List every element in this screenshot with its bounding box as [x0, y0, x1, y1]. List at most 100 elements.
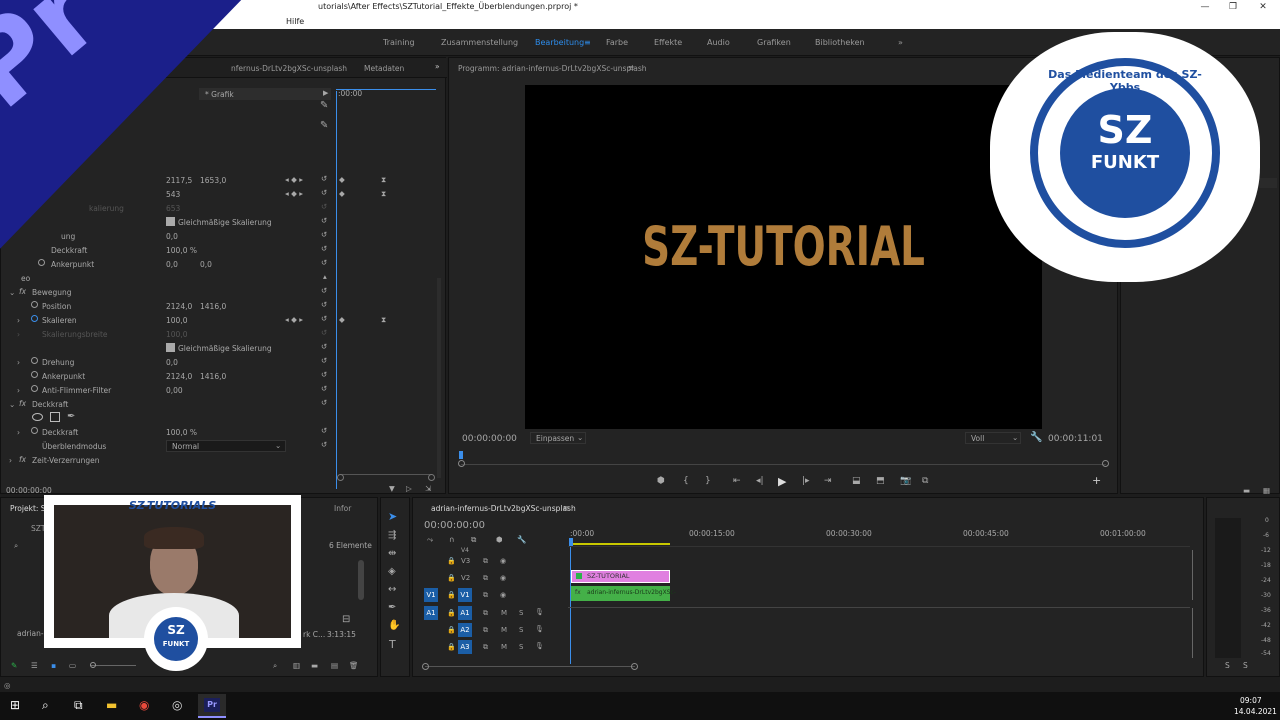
clip-name[interactable]: adrian-i: [17, 629, 46, 638]
workspace-audio[interactable]: Audio: [707, 29, 730, 56]
scroll-handle-left[interactable]: [337, 474, 344, 481]
timeline-zoom-bar[interactable]: [425, 666, 635, 667]
program-monitor-screen[interactable]: SZ-TUTORIAL: [525, 85, 1042, 429]
reset-icon[interactable]: ↺: [321, 342, 327, 351]
eye-icon[interactable]: ◉: [500, 591, 506, 599]
nest-icon[interactable]: ⤳: [427, 535, 433, 545]
solo-button[interactable]: S: [519, 626, 523, 634]
keyframe-hold-icon[interactable]: ⧗: [381, 175, 386, 185]
checkbox[interactable]: [166, 343, 175, 352]
solo-left-button[interactable]: S: [1225, 661, 1230, 670]
effect-timecode[interactable]: 00:00:00:00: [6, 486, 52, 495]
list-view-icon[interactable]: ☰: [31, 661, 38, 670]
scrub-handle-left[interactable]: [458, 460, 465, 467]
lift-icon[interactable]: ⬓: [852, 476, 861, 486]
monitor-playhead[interactable]: [459, 451, 463, 459]
video-scrollbar[interactable]: [1192, 550, 1197, 600]
minimize-icon[interactable]: —: [1190, 0, 1220, 14]
chrome-icon[interactable]: ◉: [139, 698, 149, 712]
solo-right-button[interactable]: S: [1243, 661, 1248, 670]
stopwatch-icon[interactable]: [31, 371, 38, 378]
search-icon[interactable]: ⌕: [14, 541, 18, 551]
reset-icon[interactable]: ↺: [321, 314, 327, 323]
expand-icon[interactable]: ›: [17, 358, 20, 367]
value-2[interactable]: 1416,0: [200, 372, 226, 381]
workspace-assembly[interactable]: Zusammenstellung: [441, 29, 518, 56]
lock-icon[interactable]: 🔒: [447, 557, 456, 565]
folder-icon[interactable]: ▬: [1243, 486, 1250, 495]
wrench-icon[interactable]: 🔧: [1030, 432, 1042, 443]
collapse-icon[interactable]: ▴: [323, 272, 327, 281]
wrench-icon[interactable]: 🔧: [517, 535, 526, 544]
go-to-out-icon[interactable]: ⇥: [824, 476, 832, 486]
rectangle-mask-icon[interactable]: [50, 412, 60, 422]
slip-tool-icon[interactable]: ↔: [388, 584, 396, 595]
program-tab[interactable]: Programm: adrian-infernus-DrLtv2bgXSc-un…: [458, 64, 647, 73]
reset-icon[interactable]: ↺: [321, 188, 327, 197]
keyframe-nav-icon[interactable]: ◂ ◆ ▸: [285, 189, 303, 198]
title-clip[interactable]: SZ-TUTORIAL: [571, 570, 670, 583]
task-view-icon[interactable]: ⧉: [74, 698, 83, 713]
add-button-icon[interactable]: +: [1092, 474, 1101, 487]
track-label-a3[interactable]: A3: [458, 640, 472, 654]
source-patch-a1[interactable]: A1: [424, 606, 438, 620]
reset-icon[interactable]: ↺: [321, 398, 327, 407]
track-label-a1[interactable]: A1: [458, 606, 472, 620]
value-2[interactable]: 1416,0: [200, 302, 226, 311]
sync-lock-icon[interactable]: ⧉: [483, 626, 488, 635]
windows-start-icon[interactable]: ⊞: [10, 698, 20, 712]
value-1[interactable]: 0,0: [166, 358, 178, 367]
list-icon[interactable]: ⊟: [342, 614, 350, 625]
value-2[interactable]: 0,0: [200, 260, 212, 269]
freeform-view-icon[interactable]: ▭: [69, 661, 76, 670]
lock-icon[interactable]: 🔒: [447, 626, 456, 634]
mic-icon[interactable]: 🎙: [535, 642, 544, 650]
play-only-icon[interactable]: ▶: [323, 89, 328, 97]
value-1[interactable]: 100,0 %: [166, 246, 197, 255]
mute-button[interactable]: M: [501, 643, 507, 651]
zoom-scrollbar[interactable]: [340, 474, 432, 480]
extract-icon[interactable]: ⬒: [876, 476, 885, 486]
reset-icon[interactable]: ↺: [321, 440, 327, 449]
timeline-playhead-head[interactable]: [569, 538, 573, 546]
reset-icon[interactable]: ↺: [321, 286, 327, 295]
type-tool-icon[interactable]: T: [389, 638, 396, 651]
expand-icon[interactable]: ⌄: [9, 400, 15, 409]
quality-select[interactable]: Voll ⌄: [965, 432, 1021, 444]
new-bin-icon[interactable]: ▬: [311, 661, 318, 670]
eye-icon[interactable]: ◉: [500, 557, 506, 565]
pencil-icon[interactable]: ✎: [11, 661, 17, 670]
sync-lock-icon[interactable]: ⧉: [483, 609, 488, 618]
compare-icon[interactable]: ⧉: [922, 476, 928, 486]
stopwatch-icon[interactable]: [31, 315, 38, 322]
track-label-a2[interactable]: A2: [458, 623, 472, 637]
metadata-tab[interactable]: Metadaten: [364, 64, 404, 73]
value-1[interactable]: 0,0: [166, 260, 178, 269]
checkbox[interactable]: [166, 217, 175, 226]
project-scrollbar[interactable]: [358, 560, 364, 600]
expand-icon[interactable]: ›: [17, 428, 20, 437]
hand-tool-icon[interactable]: ✋: [388, 620, 400, 631]
reset-icon[interactable]: ↺: [321, 230, 327, 239]
menu-help[interactable]: Hilfe: [286, 14, 304, 29]
monitor-scrubber[interactable]: [461, 464, 1106, 465]
value-2[interactable]: 1653,0: [200, 176, 226, 185]
reset-icon[interactable]: ↺: [321, 384, 327, 393]
zoom-slider-handle[interactable]: [90, 662, 96, 668]
fit-select[interactable]: Einpassen ⌄: [530, 432, 586, 444]
scroll-handle-right[interactable]: [428, 474, 435, 481]
mic-icon[interactable]: 🎙: [535, 608, 544, 616]
video-clip[interactable]: fx adrian-infernus-DrLtv2bgXSc-: [571, 586, 676, 601]
value-1[interactable]: 543: [166, 190, 180, 199]
expand-icon[interactable]: ›: [17, 316, 20, 325]
lock-icon[interactable]: 🔒: [447, 609, 456, 617]
sync-lock-icon[interactable]: ⧉: [483, 591, 488, 600]
sync-lock-icon[interactable]: ⧉: [483, 557, 488, 566]
pen-tool-icon[interactable]: ✒: [388, 602, 396, 613]
razor-tool-icon[interactable]: ◈: [388, 566, 396, 577]
zoom-handle-right[interactable]: [631, 663, 638, 670]
vertical-scrollbar[interactable]: [437, 278, 441, 478]
timeline-tab[interactable]: adrian-infernus-DrLtv2bgXSc-unsplash: [431, 504, 576, 513]
solo-button[interactable]: S: [519, 609, 523, 617]
close-icon[interactable]: ✕: [1248, 0, 1278, 14]
